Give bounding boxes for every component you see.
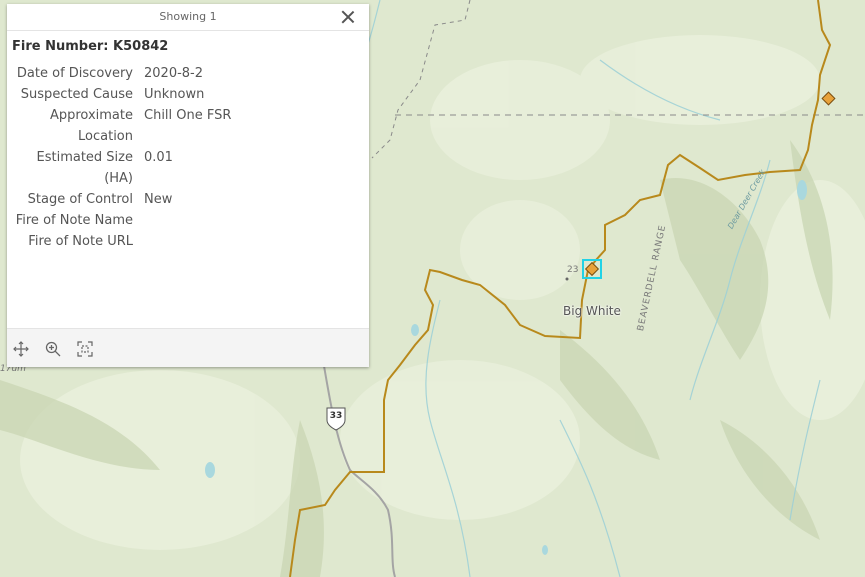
table-row: Date of Discovery 2020-8-2: [7, 63, 369, 84]
attribute-key: Date of Discovery: [16, 66, 133, 81]
attribute-value: Unknown: [144, 87, 205, 102]
attribute-key: Stage of Control: [27, 192, 133, 207]
pan-icon[interactable]: [13, 341, 29, 357]
popup-title: Fire Number: K50842: [12, 39, 169, 54]
popup-toolbar: [7, 328, 369, 367]
attribute-value: New: [144, 192, 173, 207]
attribute-table: Date of Discovery 2020-8-2 Suspected Cau…: [7, 63, 369, 252]
table-row: Stage of Control New: [7, 189, 369, 210]
zoom-in-icon[interactable]: [45, 341, 61, 357]
attribute-value: 0.01: [144, 150, 173, 165]
zoom-to-extent-icon[interactable]: [77, 341, 93, 357]
attribute-key: Approximate Location: [49, 108, 133, 144]
highway-number: 33: [329, 411, 343, 421]
table-row: Fire of Note Name: [7, 210, 369, 231]
attribute-value: Chill One FSR: [144, 108, 232, 123]
attribute-value: [133, 210, 369, 231]
feature-popup: Showing 1 Fire Number: K50842 Date of Di…: [7, 4, 369, 367]
close-icon[interactable]: [339, 8, 357, 26]
popup-header: Showing 1: [7, 4, 369, 31]
place-label: Big White: [563, 304, 621, 318]
attribute-key: Estimated Size (HA): [36, 150, 134, 186]
table-row: Suspected Cause Unknown: [7, 84, 369, 105]
elevation-label: 23: [567, 265, 579, 275]
table-row: Estimated Size (HA) 0.01: [7, 147, 369, 189]
attribute-key: Fire of Note URL: [28, 234, 133, 249]
popup-count: Showing 1: [159, 10, 217, 23]
attribute-value: 2020-8-2: [144, 66, 204, 81]
table-row: Fire of Note URL: [7, 231, 369, 252]
attribute-key: Suspected Cause: [20, 87, 133, 102]
table-row: Approximate Location Chill One FSR: [7, 105, 369, 147]
attribute-key: Fire of Note Name: [15, 213, 133, 228]
attribute-value: [133, 231, 369, 252]
